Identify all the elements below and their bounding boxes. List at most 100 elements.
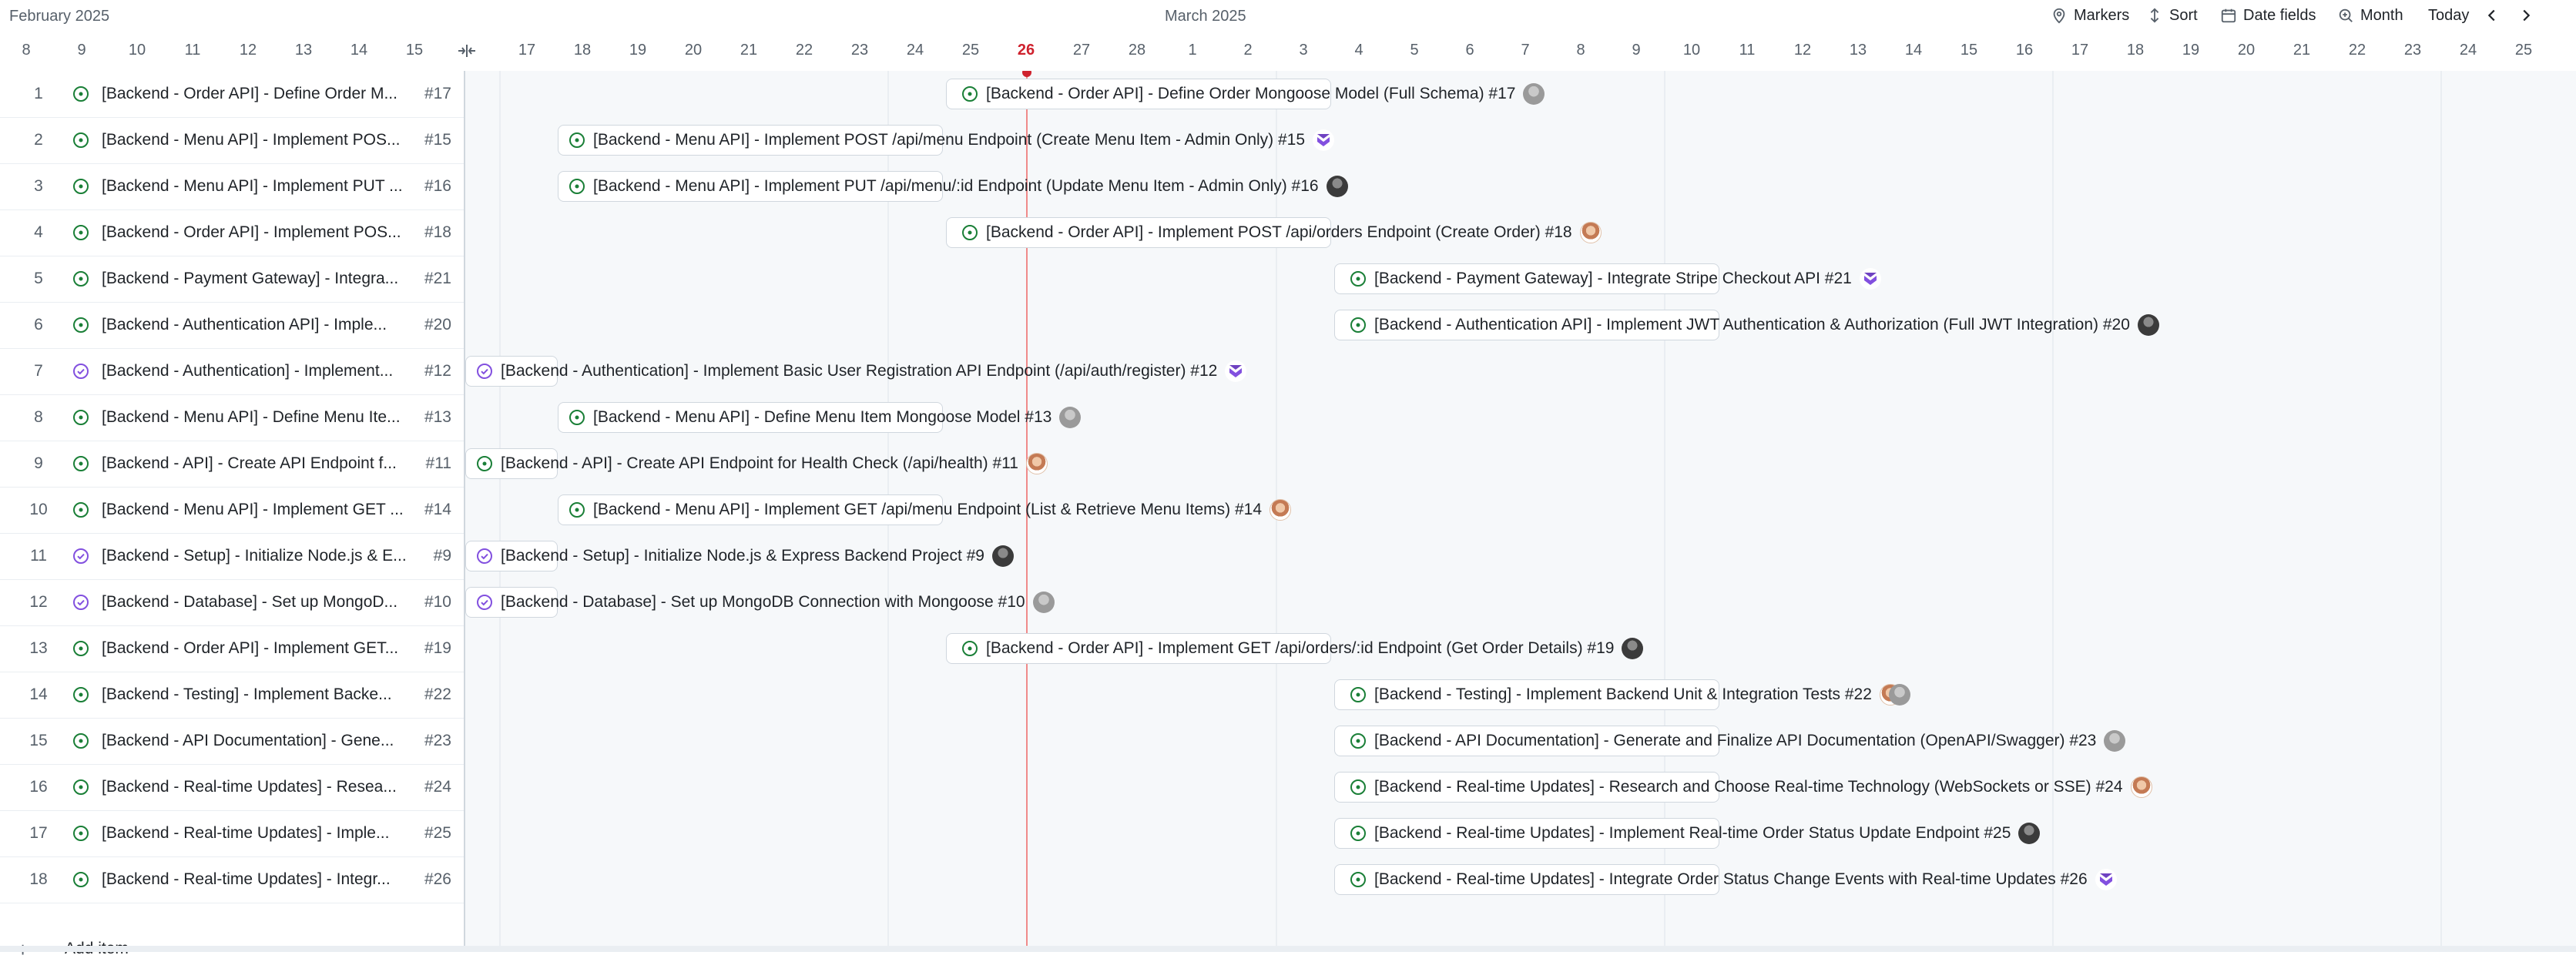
row-number: 16: [29, 778, 48, 796]
user-avatar: [2130, 776, 2152, 798]
item-row[interactable]: 13 [Backend - Order API] - Implement GET.…: [0, 625, 464, 672]
timeline-bar-label[interactable]: [Backend - Testing] - Implement Backend …: [1350, 679, 1910, 710]
issue-number: #10: [424, 593, 451, 611]
item-row[interactable]: 17 [Backend - Real-time Updates] - Imple.…: [0, 810, 464, 857]
item-title[interactable]: [Backend - Authentication] - Implement..…: [102, 348, 410, 394]
timeline-bar-label[interactable]: [Backend - Real-time Updates] - Implemen…: [1350, 818, 2041, 849]
open-issue-icon: [73, 410, 89, 425]
timeline-bar-label[interactable]: [Backend - API Documentation] - Generate…: [1350, 726, 2126, 756]
today-marker-dot: [1022, 71, 1031, 77]
item-row[interactable]: 6 [Backend - Authentication API] - Imple.…: [0, 302, 464, 349]
timeline-bar-label[interactable]: [Backend - Menu API] - Implement PUT /ap…: [569, 171, 1348, 202]
item-row[interactable]: 3 [Backend - Menu API] - Implement PUT ..…: [0, 163, 464, 210]
zoom-label: Month: [2360, 6, 2403, 24]
item-title[interactable]: [Backend - Real-time Updates] - Resea...: [102, 764, 410, 810]
timeline-bar-text: [Backend - Authentication API] - Impleme…: [1374, 316, 2130, 333]
issue-number: #23: [424, 732, 451, 749]
open-issue-icon: [73, 733, 89, 749]
item-row[interactable]: 12 [Backend - Database] - Set up MongoD..…: [0, 579, 464, 626]
month-label-march: March 2025: [1165, 8, 1246, 25]
open-issue-icon: [962, 225, 978, 240]
zoom-button[interactable]: Month: [2337, 3, 2403, 28]
timeline-bar-label[interactable]: [Backend - Order API] - Implement GET /a…: [961, 633, 1644, 664]
closed-issue-icon: [73, 548, 89, 564]
item-row[interactable]: 14 [Backend - Testing] - Implement Backe.…: [0, 672, 464, 719]
timeline-bar-label[interactable]: [Backend - Database] - Set up MongoDB Co…: [476, 587, 1055, 618]
item-title[interactable]: [Backend - Database] - Set up MongoD...: [102, 579, 410, 625]
row-number: 15: [29, 732, 48, 749]
timeline-bar-text: [Backend - Menu API] - Implement POST /a…: [593, 131, 1306, 149]
closed-issue-icon: [73, 364, 89, 379]
timeline-bar-text: [Backend - API Documentation] - Generate…: [1374, 732, 2097, 749]
timeline-bar-text: [Backend - Setup] - Initialize Node.js &…: [501, 547, 984, 565]
issue-number: #22: [424, 685, 451, 703]
item-row[interactable]: 18 [Backend - Real-time Updates] - Integr…: [0, 856, 464, 903]
item-title[interactable]: [Backend - Menu API] - Implement POS...: [102, 117, 410, 163]
item-row[interactable]: 9 [Backend - API] - Create API Endpoint f…: [0, 441, 464, 488]
timeline-bar-label[interactable]: [Backend - Order API] - Define Order Mon…: [961, 79, 1545, 109]
item-title[interactable]: [Backend - API Documentation] - Gene...: [102, 718, 410, 764]
timeline-bar-label[interactable]: [Backend - Order API] - Implement POST /…: [961, 217, 1602, 248]
timeline-bar-label[interactable]: [Backend - Authentication API] - Impleme…: [1350, 310, 2159, 340]
item-row[interactable]: 7 [Backend - Authentication] - Implement.…: [0, 348, 464, 395]
previous-button[interactable]: [2484, 3, 2501, 28]
item-row[interactable]: 1 [Backend - Order API] - Define Order M.…: [0, 71, 464, 118]
day-tick: 22: [795, 42, 813, 59]
timeline-bar-label[interactable]: [Backend - Real-time Updates] - Integrat…: [1350, 864, 2117, 895]
issue-number: #13: [424, 408, 451, 426]
horizontal-scrollbar[interactable]: [0, 946, 2576, 952]
day-tick: 23: [850, 42, 869, 59]
collapse-pane-icon[interactable]: [456, 43, 478, 59]
item-row[interactable]: 15 [Backend - API Documentation] - Gene..…: [0, 718, 464, 765]
calendar-icon: [2221, 8, 2236, 23]
day-tick: 24: [2459, 42, 2477, 59]
timeline-bar-label[interactable]: [Backend - Menu API] - Define Menu Item …: [569, 402, 1082, 433]
open-issue-icon: [73, 826, 89, 841]
item-row[interactable]: 4 [Backend - Order API] - Implement POS..…: [0, 209, 464, 256]
item-title[interactable]: [Backend - Menu API] - Implement GET ...: [102, 487, 410, 533]
assignees-avatars: [1879, 684, 1910, 706]
day-tick: 20: [2237, 42, 2256, 59]
timeline-bar-label[interactable]: [Backend - Menu API] - Implement POST /a…: [569, 125, 1335, 156]
day-tick: 23: [2403, 42, 2422, 59]
item-row[interactable]: 5 [Backend - Payment Gateway] - Integra..…: [0, 256, 464, 303]
item-row[interactable]: 10 [Backend - Menu API] - Implement GET .…: [0, 487, 464, 534]
item-title[interactable]: [Backend - Authentication API] - Imple..…: [102, 302, 410, 348]
item-title[interactable]: [Backend - Testing] - Implement Backe...: [102, 672, 410, 718]
row-number: 3: [34, 177, 43, 195]
timeline-bar-label[interactable]: [Backend - Menu API] - Implement GET /ap…: [569, 494, 1292, 525]
timeline-bar-label[interactable]: [Backend - Real-time Updates] - Research…: [1350, 772, 2152, 803]
timeline-bar-label[interactable]: [Backend - Payment Gateway] - Integrate …: [1350, 263, 1881, 294]
item-title[interactable]: [Backend - Menu API] - Implement PUT ...: [102, 163, 410, 209]
item-title[interactable]: [Backend - Order API] - Implement GET...: [102, 625, 410, 672]
item-title[interactable]: [Backend - Payment Gateway] - Integra...: [102, 256, 410, 302]
day-tick: 4: [1354, 42, 1363, 59]
item-title[interactable]: [Backend - Setup] - Initialize Node.js &…: [102, 533, 410, 579]
item-title[interactable]: [Backend - Order API] - Define Order M..…: [102, 71, 410, 117]
item-row[interactable]: 2 [Backend - Menu API] - Implement POS...…: [0, 117, 464, 164]
timeline-bar-label[interactable]: [Backend - Authentication] - Implement B…: [476, 356, 1247, 387]
item-title[interactable]: [Backend - API] - Create API Endpoint f.…: [102, 441, 410, 487]
sort-button[interactable]: Sort: [2146, 3, 2198, 28]
item-row[interactable]: 8 [Backend - Menu API] - Define Menu Ite.…: [0, 394, 464, 441]
date-fields-button[interactable]: Date fields: [2220, 3, 2316, 28]
item-title[interactable]: [Backend - Real-time Updates] - Imple...: [102, 810, 410, 856]
chevron-left-icon: [2487, 9, 2495, 22]
today-button[interactable]: Today: [2428, 3, 2469, 28]
item-row[interactable]: 16 [Backend - Real-time Updates] - Resea.…: [0, 764, 464, 811]
day-tick: 16: [2015, 42, 2034, 59]
item-row[interactable]: 11 [Backend - Setup] - Initialize Node.js…: [0, 533, 464, 580]
open-issue-icon: [1350, 872, 1366, 887]
user-avatar: [1579, 222, 1602, 243]
markers-button[interactable]: Markers: [2051, 3, 2129, 28]
user-avatar: [1270, 499, 1292, 521]
day-tick: 13: [1849, 42, 1867, 59]
timeline-bar-label[interactable]: [Backend - Setup] - Initialize Node.js &…: [476, 541, 1014, 571]
timeline-bar-label[interactable]: [Backend - API] - Create API Endpoint fo…: [476, 448, 1048, 479]
next-button[interactable]: [2517, 3, 2534, 28]
item-title[interactable]: [Backend - Order API] - Implement POS...: [102, 209, 410, 256]
item-title[interactable]: [Backend - Real-time Updates] - Integr..…: [102, 856, 410, 903]
open-issue-icon: [73, 872, 89, 887]
week-divider: [499, 71, 501, 950]
item-title[interactable]: [Backend - Menu API] - Define Menu Ite..…: [102, 394, 410, 441]
